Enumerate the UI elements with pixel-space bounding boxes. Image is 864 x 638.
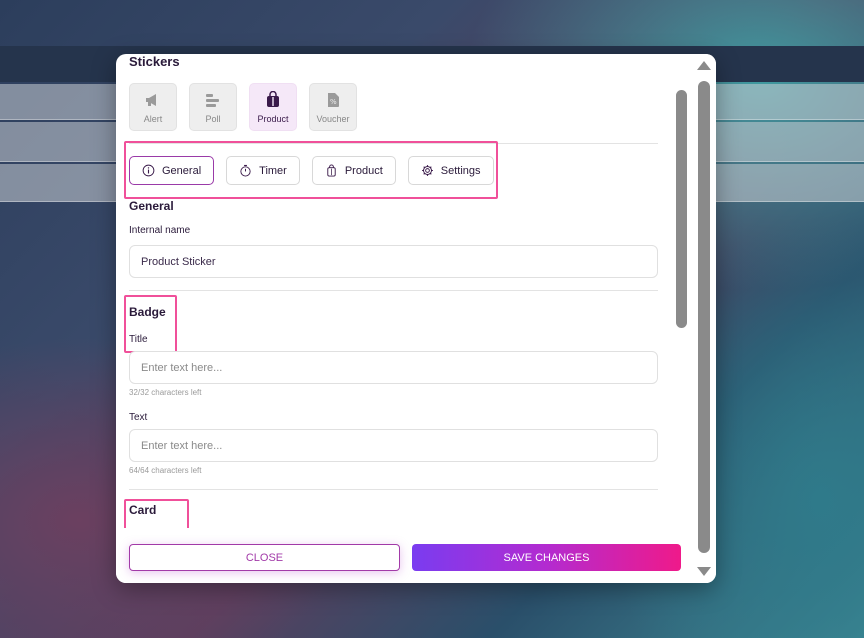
badge-title-input[interactable] xyxy=(129,351,658,384)
scroll-down-arrow-icon[interactable] xyxy=(697,567,711,576)
section-heading-general: General xyxy=(129,199,174,213)
sticker-type-product[interactable]: Product xyxy=(249,83,297,131)
badge-text-char-count: 64/64 characters left xyxy=(129,466,202,475)
sticker-type-selector: Alert Poll Product % Voucher xyxy=(129,83,357,131)
dialog-content: Stickers Alert Poll Product % Voucher Ge… xyxy=(116,54,676,528)
badge-text-label: Text xyxy=(129,412,148,423)
dialog-title: Stickers xyxy=(129,54,180,69)
sticker-type-label: Poll xyxy=(205,113,221,124)
close-button[interactable]: CLOSE xyxy=(129,544,400,571)
sticker-type-poll[interactable]: Poll xyxy=(189,83,237,131)
scroll-up-arrow-icon[interactable] xyxy=(697,61,711,70)
voucher-icon: % xyxy=(328,92,339,107)
sticker-type-label: Alert xyxy=(143,113,163,124)
badge-highlight-box xyxy=(124,295,177,353)
badge-title-char-count: 32/32 characters left xyxy=(129,388,202,397)
internal-name-label: Internal name xyxy=(129,225,191,236)
badge-text-input[interactable] xyxy=(129,429,658,462)
sticker-type-label: Voucher xyxy=(316,113,350,124)
card-highlight-box xyxy=(124,499,189,528)
dialog-footer: CLOSE SAVE CHANGES xyxy=(116,528,692,583)
tabs-highlight-box xyxy=(124,141,498,199)
content-scrollbar-thumb[interactable] xyxy=(676,90,687,328)
svg-text:%: % xyxy=(330,98,337,106)
save-changes-button[interactable]: SAVE CHANGES xyxy=(412,544,681,571)
internal-name-input[interactable] xyxy=(129,245,658,278)
dialog-scrollbar-thumb[interactable] xyxy=(698,81,710,553)
sticker-type-alert[interactable]: Alert xyxy=(129,83,177,131)
sticker-type-label: Product xyxy=(257,113,289,124)
shopping-bag-icon xyxy=(267,90,279,107)
poll-bars-icon xyxy=(206,93,219,107)
divider xyxy=(129,290,658,291)
megaphone-icon xyxy=(146,93,156,106)
stickers-dialog: Stickers Alert Poll Product % Voucher Ge… xyxy=(116,54,716,583)
sticker-type-voucher[interactable]: % Voucher xyxy=(309,83,357,131)
divider xyxy=(129,489,658,490)
